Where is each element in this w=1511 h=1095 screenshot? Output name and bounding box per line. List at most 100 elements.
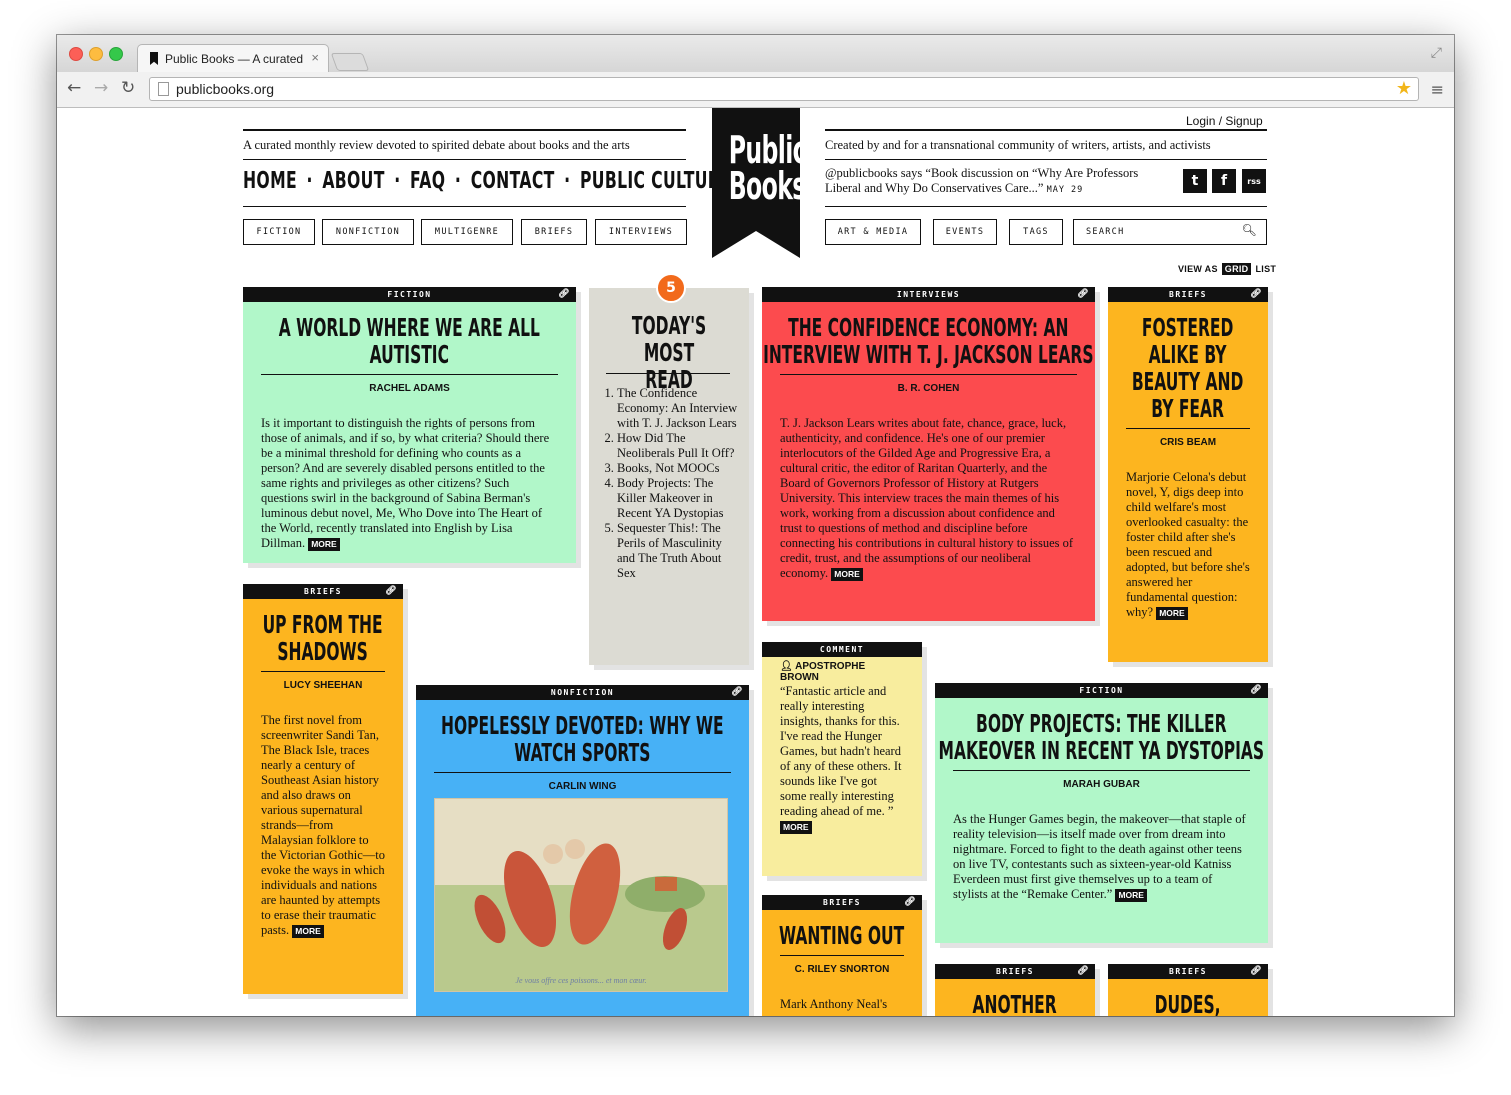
nav-public-culture[interactable]: PUBLIC CULTURE — [580, 168, 731, 194]
category-art-media-button[interactable]: ART & MEDIA — [825, 219, 921, 245]
card-category: BRIEFS 🔗︎ — [935, 964, 1095, 979]
category-events-button[interactable]: EVENTS — [933, 219, 997, 245]
reload-icon[interactable]: ↻ — [121, 78, 135, 98]
article-card-shadows[interactable]: BRIEFS 🔗︎ UP FROM THE SHADOWS LUCY SHEEHA… — [243, 584, 403, 994]
article-card-confidence[interactable]: INTERVIEWS 🔗︎ THE CONFIDENCE ECONOMY: AN … — [762, 287, 1095, 621]
header-rule — [243, 129, 686, 131]
article-card-autistic[interactable]: FICTION 🔗︎ A WORLD WHERE WE ARE ALL AUTIS… — [243, 287, 576, 563]
tweet-text: @publicbooks says “Book discussion on “W… — [825, 166, 1139, 195]
link-icon: 🔗︎ — [1250, 966, 1263, 976]
address-bar[interactable]: publicbooks.org ★ — [149, 77, 1419, 101]
article-card-devoted[interactable]: NONFICTION 🔗︎ HOPELESSLY DEVOTED: WHY WE … — [416, 685, 749, 1016]
view-list-button[interactable]: LIST — [1255, 264, 1276, 274]
card-author[interactable]: C. RILEY SNORTON — [780, 955, 904, 975]
most-read-list: The Confidence Economy: An Interview wit… — [603, 386, 741, 581]
card-title[interactable]: HOPELESSLY DEVOTED: WHY WE WATCH SPORTS — [417, 712, 748, 766]
public-books-logo[interactable]: Public Books — [712, 108, 800, 258]
card-title[interactable]: UP FROM THE SHADOWS — [254, 611, 392, 665]
card-title[interactable]: THE CONFIDENCE ECONOMY: AN INTERVIEW WIT… — [763, 314, 1094, 368]
bookmark-star-icon[interactable]: ★ — [1396, 78, 1412, 99]
nav-home[interactable]: HOME — [243, 168, 297, 194]
card-title[interactable]: ANOTHER — [946, 991, 1084, 1016]
link-icon: 🔗︎ — [558, 289, 571, 299]
more-button[interactable]: MORE — [831, 567, 863, 581]
rss-icon[interactable]: rss — [1242, 169, 1266, 193]
card-author[interactable]: MARAH GUBAR — [953, 770, 1250, 790]
tagline-left: A curated monthly review devoted to spir… — [243, 138, 630, 152]
card-category: NONFICTION 🔗︎ — [416, 685, 749, 700]
most-read-title: TODAY'S MOST READ — [631, 311, 707, 394]
most-read-item[interactable]: Books, Not MOOCs — [617, 461, 741, 476]
view-toggle: VIEW AS GRID LIST — [1178, 263, 1276, 275]
card-category: BRIEFS 🔗︎ — [1108, 287, 1268, 302]
category-tags-button[interactable]: TAGS — [1009, 219, 1063, 245]
search-input[interactable]: SEARCH 🔍︎ — [1073, 219, 1267, 245]
most-read-item[interactable]: Body Projects: The Killer Makeover in Re… — [617, 476, 741, 521]
tab-title: Public Books — A curated — [165, 52, 304, 66]
tab-close-icon[interactable]: × — [311, 50, 319, 65]
fullscreen-icon[interactable]: ⤢ — [1431, 45, 1442, 61]
vintage-fish-postcard-image[interactable]: Je vous offre ces poissons... et mon cœu… — [434, 798, 728, 992]
article-card-body-projects[interactable]: FICTION 🔗︎ BODY PROJECTS: THE KILLER MAKE… — [935, 683, 1268, 943]
social-divider — [825, 206, 1267, 207]
card-title[interactable]: BODY PROJECTS: THE KILLER MAKEOVER IN RE… — [936, 710, 1267, 764]
category-fiction-button[interactable]: FICTION — [243, 219, 315, 245]
view-as-label: VIEW AS — [1178, 264, 1218, 274]
more-button[interactable]: MORE — [780, 820, 812, 834]
article-card-another[interactable]: BRIEFS 🔗︎ ANOTHER — [935, 964, 1095, 1016]
card-author[interactable]: RACHEL ADAMS — [261, 374, 558, 394]
most-read-item[interactable]: How Did The Neoliberals Pull It Off? — [617, 431, 741, 461]
nav-faq[interactable]: FAQ — [410, 168, 445, 194]
article-card-dudes[interactable]: BRIEFS🔗︎ DUDES, BODIES, — [1108, 964, 1268, 1016]
new-tab-button[interactable] — [330, 53, 370, 71]
card-author[interactable]: LUCY SHEEHAN — [261, 671, 385, 691]
more-button[interactable]: MORE — [292, 924, 324, 938]
nav-about[interactable]: ABOUT — [322, 168, 384, 194]
card-author[interactable]: CARLIN WING — [434, 772, 731, 792]
more-button[interactable]: MORE — [1156, 606, 1188, 620]
category-briefs-button[interactable]: BRIEFS — [521, 219, 587, 245]
search-icon[interactable]: 🔍︎ — [1241, 223, 1258, 237]
minimize-window-button[interactable] — [89, 47, 103, 61]
most-read-item[interactable]: Sequester This!: The Perils of Masculini… — [617, 521, 741, 581]
card-excerpt: Mark Anthony Neal's — [780, 997, 888, 1011]
close-window-button[interactable] — [69, 47, 83, 61]
most-read-panel: TODAY'S MOST READ The Confidence Economy… — [589, 288, 749, 665]
card-title[interactable]: FOSTERED ALIKE BY BEAUTY AND BY FEAR — [1119, 314, 1257, 422]
comment-text: “Fantastic article and really interestin… — [780, 684, 902, 834]
card-category: INTERVIEWS 🔗︎ — [762, 287, 1095, 302]
back-arrow-icon[interactable]: ← — [67, 78, 81, 98]
card-category: BRIEFS 🔗︎ — [1108, 964, 1268, 979]
more-button[interactable]: MORE — [308, 537, 340, 551]
card-title[interactable]: WANTING OUT — [773, 922, 911, 949]
view-grid-button[interactable]: GRID — [1221, 263, 1252, 275]
twitter-icon[interactable]: t — [1183, 169, 1207, 193]
nav-contact[interactable]: CONTACT — [471, 168, 555, 194]
card-title[interactable]: DUDES, BODIES, — [1119, 991, 1257, 1016]
category-multigenre-button[interactable]: MULTIGENRE — [421, 219, 513, 245]
card-title[interactable]: A WORLD WHERE WE ARE ALL AUTISTIC — [244, 314, 575, 368]
most-read-item[interactable]: The Confidence Economy: An Interview wit… — [617, 386, 741, 431]
category-nonfiction-button[interactable]: NONFICTION — [322, 219, 414, 245]
comment-card[interactable]: COMMENT 👤︎ APOSTROPHE BROWN “Fantastic a… — [762, 642, 922, 876]
menu-icon[interactable]: ≡ — [1431, 80, 1444, 99]
card-author[interactable]: B. R. COHEN — [780, 374, 1077, 394]
article-card-wanting-out[interactable]: BRIEFS 🔗︎ WANTING OUT C. RILEY SNORTON Ma… — [762, 895, 922, 1016]
main-nav: HOME · ABOUT · FAQ · CONTACT · PUBLIC CULTURE — [243, 168, 732, 194]
card-author[interactable]: CRIS BEAM — [1126, 428, 1250, 448]
tagline-right: Created by and for a transnational commu… — [825, 138, 1211, 152]
zoom-window-button[interactable] — [109, 47, 123, 61]
header-divider — [243, 159, 686, 160]
title-bar: Public Books — A curated × ⤢ — [57, 35, 1454, 73]
forward-arrow-icon[interactable]: → — [94, 78, 108, 98]
latest-tweet[interactable]: @publicbooks says “Book discussion on “W… — [825, 166, 1175, 198]
category-interviews-button[interactable]: INTERVIEWS — [595, 219, 687, 245]
login-signup-link[interactable]: Login / Signup — [1186, 114, 1263, 128]
article-card-fostered[interactable]: BRIEFS 🔗︎ FOSTERED ALIKE BY BEAUTY AND BY… — [1108, 287, 1268, 662]
more-button[interactable]: MORE — [1115, 888, 1147, 902]
header-rule-right — [825, 129, 1267, 131]
card-excerpt: As the Hunger Games begin, the makeover—… — [953, 812, 1246, 902]
browser-tab[interactable]: Public Books — A curated × — [137, 44, 329, 73]
facebook-icon[interactable]: f — [1212, 169, 1236, 193]
bookmark-favicon-icon — [150, 52, 158, 65]
